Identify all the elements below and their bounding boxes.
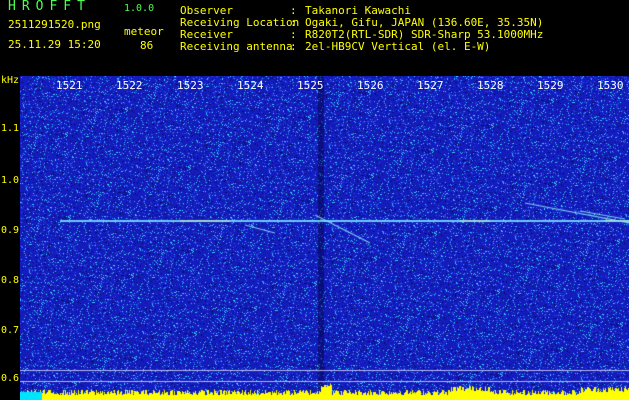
meteor-label: meteor [124,25,164,38]
x-tick-1529: 1529 [537,79,564,92]
datetime: 25.11.29 15:20 [8,38,101,51]
y-tick-1.0: 1.0 [1,175,20,186]
y-tick-0.6: 0.6 [1,373,20,384]
x-tick-1527: 1527 [417,79,444,92]
x-tick-1525: 1525 [297,79,324,92]
antenna-value: 2el-HB9CV Vertical (el. E-W) [305,40,491,53]
x-tick-1524: 1524 [237,79,264,92]
app-version: 1.0.0 [124,3,155,14]
y-tick-0.7: 0.7 [1,325,20,336]
spectrogram [20,76,629,400]
y-axis-unit: kHz [1,75,20,86]
file-name: 2511291520.png [8,18,101,31]
antenna-colon: : [290,40,297,53]
x-tick-1530: 1530 [597,79,624,92]
x-tick-1523: 1523 [177,79,204,92]
app-name: HROFFT [8,0,91,14]
meteor-count: 86 [140,39,154,52]
x-tick-1522: 1522 [116,79,143,92]
x-tick-1528: 1528 [477,79,504,92]
x-tick-1526: 1526 [357,79,384,92]
y-tick-1.1: 1.1 [1,123,20,134]
y-tick-0.8: 0.8 [1,275,20,286]
antenna-label: Receiving antenna [180,40,293,53]
y-tick-0.9: 0.9 [1,225,20,236]
x-tick-1521: 1521 [56,79,83,92]
spectrogram-canvas [20,76,629,400]
